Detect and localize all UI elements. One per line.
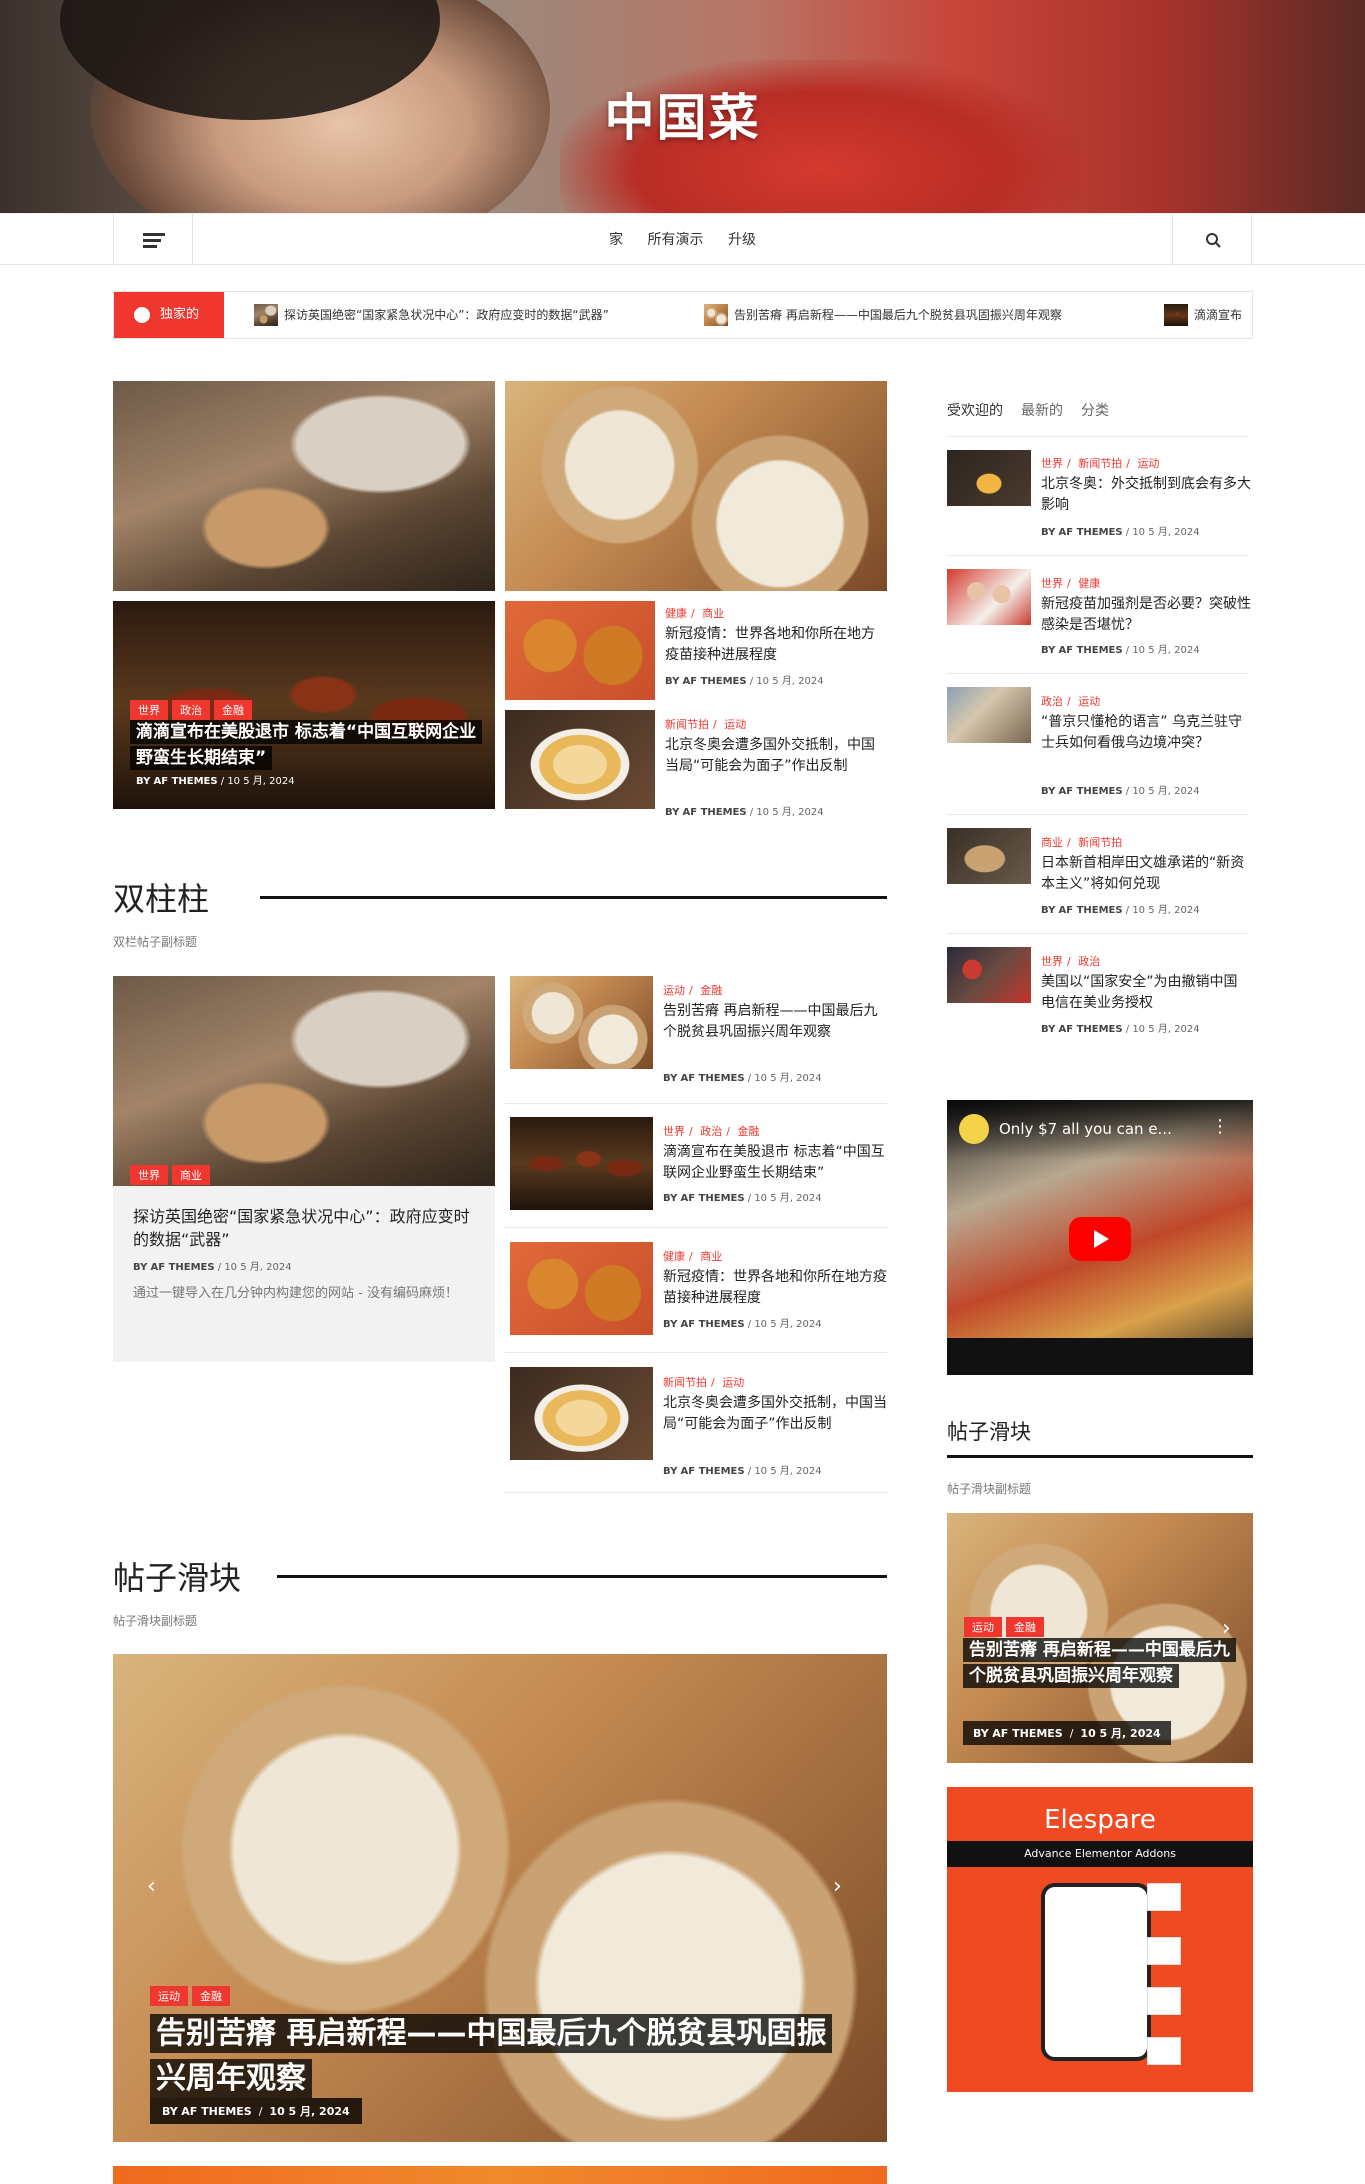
post-title[interactable]: 日本新首相岸田文雄承诺的“新资本主义”将如何兑现 [1041,853,1251,895]
post-meta: BY AF THEMES / 10 5 月, 2024 [663,1193,822,1204]
category-tags[interactable]: 新闻节拍 / 运动 [663,1374,748,1390]
site-title[interactable]: 中国菜 [0,78,1365,150]
post-title[interactable]: 告别苦瘠 再启新程——中国最后九个脱贫县巩固振兴周年观察 [663,1001,887,1043]
post-title[interactable]: 滴滴宣布在美股退市 标志着“中国互联网企业野蛮生长期结束” [663,1142,887,1184]
post-title[interactable]: 探访英国绝密“国家紧急状况中心”：政府应变时的数据“武器” [133,1205,483,1251]
exclusive-badge: 独家的 [114,292,224,338]
hero-banner: 中国菜 [0,0,1365,213]
post-thumb[interactable] [947,569,1031,625]
slider-subtitle: 帖子滑块副标题 [113,1614,198,1628]
post-meta: BY AF THEMES / 10 5 月, 2024 [1041,645,1200,656]
next-arrow-icon[interactable]: › [833,1874,842,1899]
elespare-ad[interactable]: Elespare Advance Elementor Addons [947,1787,1253,2092]
slide-title[interactable]: 告别苦瘠 再启新程——中国最后九个脱贫县巩固振兴周年观察 [963,1638,1243,1689]
post-title[interactable]: “普京只懂枪的语言” 乌克兰驻守士兵如何看俄乌边境冲突？ [1041,712,1251,754]
post-meta: BY AF THEMES / 10 5 月, 2024 [1041,1024,1200,1035]
category-tags[interactable]: 健康 / 商业 [663,1248,726,1264]
sidebar-slide[interactable]: ‹ › 运动金融 告别苦瘠 再启新程——中国最后九个脱贫县巩固振兴周年观察 BY… [947,1513,1253,1763]
channel-avatar[interactable] [959,1114,989,1144]
slide-title[interactable]: 告别苦瘠 再启新程——中国最后九个脱贫县巩固振兴周年观察 [150,2011,833,2101]
category-tags[interactable]: 运动 / 金融 [663,982,726,998]
post-thumb[interactable] [947,828,1031,884]
post-title[interactable]: 新冠疫情：世界各地和你所在地方疫苗接种进展程度 [665,624,887,666]
news-ticker: 独家的 探访英国绝密“国家紧急状况中心”：政府应变时的数据“武器” 告别苦瘠 再… [113,291,1253,339]
phone-mockup [1041,1883,1151,2061]
post-title[interactable]: 美国以“国家安全”为由撤销中国电信在美业务授权 [1041,972,1251,1014]
category-tags[interactable]: 新闻节拍 / 运动 [665,716,750,732]
post-thumb[interactable] [505,710,655,809]
post-thumb[interactable] [510,976,653,1069]
category-tags[interactable]: 商业 / 新闻节拍 [1041,834,1126,850]
post-title[interactable]: 新冠疫情：世界各地和你所在地方疫苗接种进展程度 [663,1267,887,1309]
post-meta: BY AF THEMES / 10 5 月, 2024 [150,2098,362,2124]
grid-image-chef[interactable] [113,381,495,591]
category-tags[interactable]: 健康 / 商业 [665,605,728,621]
post-meta: BY AF THEMES / 10 5 月, 2024 [133,1262,292,1273]
post-meta: BY AF THEMES / 10 5 月, 2024 [1041,786,1200,797]
more-options-icon[interactable]: ⋮ [1211,1116,1229,1137]
featured-title[interactable]: 滴滴宣布在美股退市 标志着“中国互联网企业野蛮生长期结束” [130,720,483,771]
sidebar-tabs: 受欢迎的 最新的 分类 [947,400,1127,420]
ticker-item[interactable]: 告别苦瘠 再启新程——中国最后九个脱贫县巩固振兴周年观察 [704,304,1062,326]
nav-upgrade[interactable]: 升级 [728,232,756,248]
post-thumb[interactable] [947,687,1031,743]
video-title[interactable]: Only $7 all you can e... [999,1120,1172,1138]
post-meta: BY AF THEMES / 10 5 月, 2024 [663,1073,822,1084]
post-slide[interactable]: ‹ › 运动 金融 告别苦瘠 再启新程——中国最后九个脱贫县巩固振兴周年观察 BY… [113,1654,887,2142]
tab-latest[interactable]: 最新的 [1021,403,1063,419]
twocol-main-image[interactable]: 世界 商业 [113,976,495,1186]
twocol-title: 双柱柱 [113,880,210,918]
play-icon[interactable] [1069,1217,1131,1261]
post-thumb[interactable] [505,601,655,700]
ad-tagline: Advance Elementor Addons [947,1841,1253,1867]
sidebar-slider-subtitle: 帖子滑块副标题 [947,1482,1032,1496]
menu-icon[interactable] [113,214,193,266]
slider-title: 帖子滑块 [113,1559,242,1597]
post-thumb[interactable] [947,947,1031,1003]
post-thumb[interactable] [510,1242,653,1335]
post-meta: BY AF THEMES / 10 5 月, 2024 [665,676,824,687]
post-title[interactable]: 北京冬奥：外交抵制到底会有多大影响 [1041,474,1251,516]
grid-image-dumplings[interactable] [505,381,887,591]
post-title[interactable]: 北京冬奥会遭多国外交抵制，中国当局“可能会为面子”作出反制 [665,735,887,777]
category-tags[interactable]: 世界 / 健康 [1041,575,1104,591]
category-tags: 世界 商业 [130,1164,214,1185]
category-tags[interactable]: 世界 / 新闻节拍 / 运动 [1041,455,1163,471]
post-thumb[interactable] [510,1117,653,1210]
category-tags: 世界 政治 金融 [130,699,256,720]
post-meta: BY AF THEMES / 10 5 月, 2024 [963,1721,1171,1745]
category-tags[interactable]: 政治 / 运动 [1041,693,1104,709]
category-tags: 运动 金融 [150,1985,234,2006]
post-excerpt: 通过一键导入在几分钟内构建您的网站 - 没有编码麻烦！ [133,1286,458,1301]
post-thumb[interactable] [510,1367,653,1460]
category-tags: 运动 金融 [964,1616,1048,1637]
tab-categories[interactable]: 分类 [1081,403,1109,419]
prev-arrow-icon[interactable]: ‹ [147,1874,156,1899]
category-tags[interactable]: 世界 / 政治 [1041,953,1104,969]
post-meta: BY AF THEMES / 10 5 月, 2024 [663,1466,822,1477]
post-meta: BY AF THEMES / 10 5 月, 2024 [663,1319,822,1330]
post-thumb[interactable] [947,450,1031,506]
nav-all-demos[interactable]: 所有演示 [648,232,704,248]
tab-popular[interactable]: 受欢迎的 [947,403,1003,419]
ticker-item[interactable]: 探访英国绝密“国家紧急状况中心”：政府应变时的数据“武器” [254,304,609,326]
category-tags[interactable]: 世界 / 政治 / 金融 [663,1123,763,1139]
twocol-subtitle: 双栏帖子副标题 [113,935,198,949]
post-meta: BY AF THEMES / 10 5 月, 2024 [665,807,824,818]
grid-featured-card[interactable]: 世界 政治 金融 滴滴宣布在美股退市 标志着“中国互联网企业野蛮生长期结束” BY … [113,601,495,809]
footer-banner-edge [113,2166,887,2184]
post-title[interactable]: 北京冬奥会遭多国外交抵制，中国当局“可能会为面子”作出反制 [663,1393,887,1435]
post-title[interactable]: 新冠疫苗加强剂是否必要？突破性感染是否堪忧？ [1041,594,1251,636]
nav-home[interactable]: 家 [609,232,623,248]
ad-brand: Elespare [1044,1805,1156,1835]
search-icon[interactable] [1172,214,1252,266]
main-nav: 家 所有演示 升级 [0,213,1365,266]
video-player[interactable]: Only $7 all you can e... ⋮ [947,1100,1253,1375]
post-meta: BY AF THEMES / 10 5 月, 2024 [1041,527,1200,538]
ticker-item[interactable]: 滴滴宣布 [1164,304,1252,326]
post-meta: BY AF THEMES / 10 5 月, 2024 [136,776,295,787]
post-meta: BY AF THEMES / 10 5 月, 2024 [1041,905,1200,916]
sidebar-slider-title: 帖子滑块 [947,1420,1031,1444]
